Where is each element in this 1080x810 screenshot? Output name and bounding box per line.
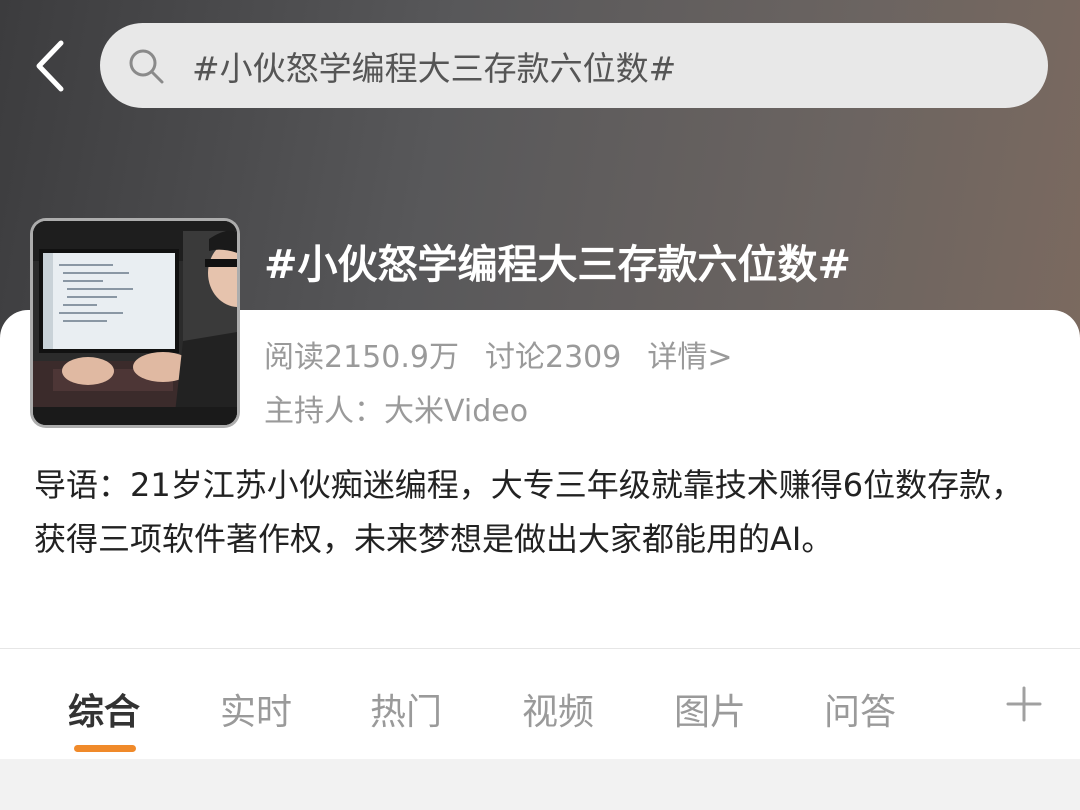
topic-intro: 导语：21岁江苏小伙痴迷编程，大专三年级就靠技术赚得6位数存款，获得三项软件著作… — [34, 466, 1024, 558]
topic-title: #小伙怒学编程大三存款六位数# — [264, 242, 852, 288]
discussion-count: 讨论2309 — [484, 340, 622, 375]
search-bar[interactable]: #小伙怒学编程大三存款六位数# — [100, 23, 1048, 108]
tab-images[interactable]: 图片 — [674, 683, 746, 735]
tab-qa[interactable]: 问答 — [824, 683, 896, 735]
search-input[interactable]: #小伙怒学编程大三存款六位数# — [192, 42, 676, 90]
tab-comprehensive[interactable]: 综合 — [68, 683, 140, 735]
tab-realtime[interactable]: 实时 — [220, 683, 292, 735]
plus-icon[interactable] — [1004, 684, 1044, 724]
tab-video[interactable]: 视频 — [522, 683, 594, 735]
chevron-left-icon — [36, 40, 64, 92]
topic-stats: 阅读2150.9万 讨论2309 详情> — [264, 332, 758, 376]
search-icon — [126, 46, 166, 86]
details-link[interactable]: 详情> — [647, 332, 732, 376]
topic-thumbnail[interactable] — [30, 218, 240, 428]
active-tab-indicator — [74, 745, 136, 752]
topic-tab-bar: 综合 实时 热门 视频 图片 问答 — [0, 648, 1080, 759]
read-count: 阅读2150.9万 — [264, 340, 459, 375]
topic-host[interactable]: 主持人：大米Video — [264, 386, 528, 430]
topic-thumbnail-image — [33, 221, 237, 425]
tab-hot[interactable]: 热门 — [370, 683, 442, 735]
back-button[interactable] — [26, 36, 74, 96]
